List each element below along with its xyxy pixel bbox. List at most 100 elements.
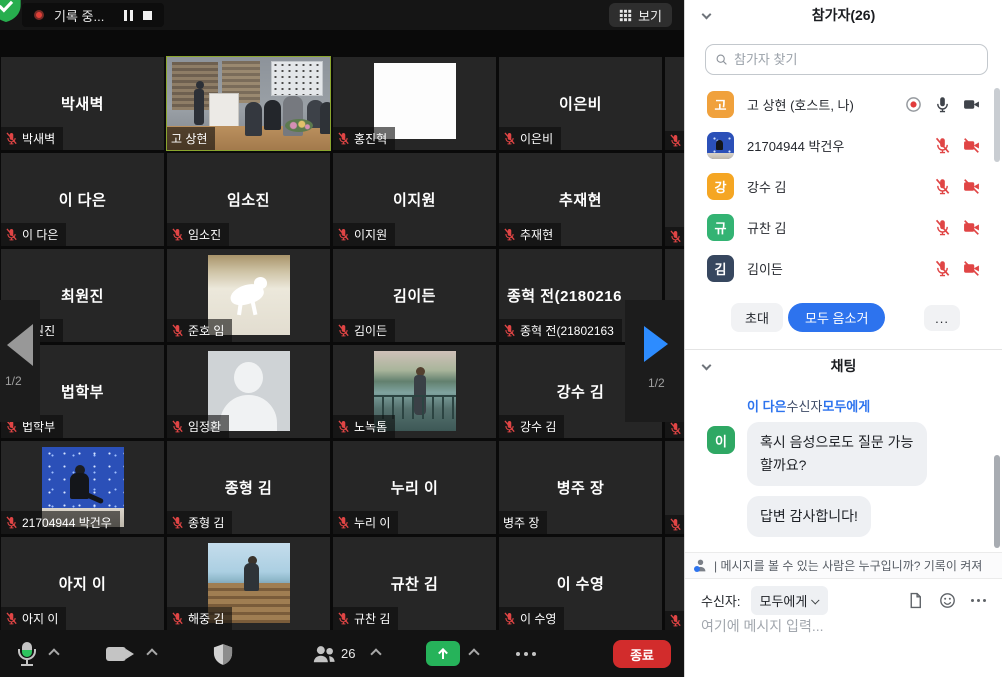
participants-more-button[interactable]: ... <box>924 305 960 331</box>
page-indicator: 1/2 <box>5 374 22 388</box>
view-button[interactable]: 보기 <box>609 3 672 27</box>
video-tile[interactable]: 21704944 박건우 <box>1 441 164 534</box>
mic-muted-icon <box>934 178 951 195</box>
attach-file-button[interactable] <box>907 592 924 609</box>
mic-on-icon <box>934 96 951 113</box>
video-tile[interactable]: 노녹톰 <box>333 345 496 438</box>
camera-icon <box>106 644 136 664</box>
camera-off-icon <box>963 178 980 195</box>
video-tile[interactable]: 누리 이 누리 이 <box>333 441 496 534</box>
next-page-overlay: 1/2 <box>625 300 684 422</box>
more-button[interactable] <box>516 630 536 677</box>
invite-button[interactable]: 초대 <box>731 303 783 332</box>
participant-count: 26 <box>341 646 355 661</box>
participant-row[interactable]: 김 김이든 <box>685 248 1002 289</box>
video-tile[interactable]: 종형 김 종형 김 <box>167 441 330 534</box>
avatar: 강 <box>707 173 734 200</box>
prev-page-overlay: 1/2 <box>0 300 40 422</box>
panel-divider <box>685 349 1002 350</box>
recipient-selector[interactable]: 모두에게 <box>751 586 829 615</box>
audio-options-chevron[interactable] <box>50 630 58 677</box>
tile-name-label: 홍진혁 <box>333 127 395 150</box>
collapse-chat-chevron[interactable] <box>702 361 712 371</box>
share-screen-button[interactable] <box>426 630 460 677</box>
chat-sender[interactable]: 이 다은 <box>747 399 787 414</box>
video-tile[interactable]: 병주 장 병주 장 <box>499 441 662 534</box>
mic-muted-icon <box>337 612 350 625</box>
emoji-button[interactable] <box>939 592 956 609</box>
avatar: 규 <box>707 214 734 241</box>
grid-view-icon <box>619 9 632 22</box>
tile-name-label: 강수 김 <box>499 415 564 438</box>
chat-to-label: 수신자 <box>787 399 823 414</box>
participants-options-chevron[interactable] <box>372 630 380 677</box>
mic-muted-icon <box>171 516 184 529</box>
next-page-arrow[interactable] <box>644 326 668 362</box>
tile-name-label: 임소진 <box>167 223 229 246</box>
video-tile[interactable]: 이 다은 이 다은 <box>1 153 164 246</box>
search-input[interactable] <box>734 52 978 67</box>
security-button[interactable] <box>212 630 234 677</box>
video-tile[interactable]: 해중 김 <box>167 537 330 630</box>
video-tile[interactable]: 홍진혁 <box>333 57 496 150</box>
mic-muted-icon <box>934 137 951 154</box>
participant-row[interactable]: 고 고 상현 (호스트, 나) <box>685 84 1002 125</box>
mic-muted-icon <box>5 612 18 625</box>
video-tile[interactable]: 김이든 김이든 <box>333 249 496 342</box>
stop-recording-button[interactable] <box>143 6 152 24</box>
participant-row[interactable]: 규 규찬 김 <box>685 207 1002 248</box>
video-tile[interactable]: 아지 이 아지 이 <box>1 537 164 630</box>
share-options-chevron[interactable] <box>470 630 478 677</box>
participants-scrollbar[interactable] <box>994 88 1000 162</box>
mute-button[interactable] <box>14 630 40 677</box>
participant-row[interactable]: 강 강수 김 <box>685 166 1002 207</box>
video-grid: 박새벽 박새벽 고 상현 홍진혁 이은비 이은비 <box>1 57 684 630</box>
mic-muted-icon <box>5 132 18 145</box>
tile-name-label: 이 다은 <box>1 223 66 246</box>
pause-icon <box>124 10 133 21</box>
video-tile[interactable]: 준호 임 <box>167 249 330 342</box>
encryption-shield-icon[interactable] <box>0 0 21 21</box>
end-meeting-button[interactable]: 종료 <box>613 640 671 668</box>
video-tile[interactable]: 박새벽 박새벽 <box>1 57 164 150</box>
collapse-participants-chevron[interactable] <box>702 10 712 20</box>
participant-row[interactable]: 21704944 박건우 <box>685 125 1002 166</box>
video-tile[interactable]: 추재현 추재현 <box>499 153 662 246</box>
video-tile[interactable]: 이지원 이지원 <box>333 153 496 246</box>
chat-scrollbar[interactable] <box>994 455 1000 548</box>
video-tile[interactable]: 이 수영 이 수영 <box>499 537 662 630</box>
recording-label: 기록 중... <box>54 6 104 25</box>
video-tile[interactable]: 규찬 김 규찬 김 <box>333 537 496 630</box>
chat-more-button[interactable] <box>971 599 986 602</box>
chat-message: 답변 감사합니다! <box>747 496 871 537</box>
video-tile-partial[interactable] <box>665 537 684 630</box>
video-tile-active-speaker[interactable]: 고 상현 <box>167 57 330 150</box>
mic-muted-icon <box>5 228 18 241</box>
video-tile[interactable]: 임정환 <box>167 345 330 438</box>
avatar: 김 <box>707 255 734 282</box>
video-tile[interactable]: 임소진 임소진 <box>167 153 330 246</box>
video-tile-partial[interactable] <box>665 57 684 150</box>
mic-muted-icon <box>934 260 951 277</box>
prev-page-arrow[interactable] <box>7 324 33 366</box>
mute-all-button[interactable]: 모두 음소거 <box>788 303 885 332</box>
video-tile-partial[interactable] <box>665 153 684 246</box>
video-tile[interactable]: 이은비 이은비 <box>499 57 662 150</box>
mic-muted-icon <box>934 219 951 236</box>
pause-recording-button[interactable] <box>124 6 133 24</box>
tile-name-label: 추재현 <box>499 223 561 246</box>
mic-muted-icon <box>337 420 350 433</box>
meeting-top-bar: 기록 중... 보기 <box>0 0 684 30</box>
participant-name: 고 상현 (호스트, 나) <box>747 95 892 114</box>
video-button[interactable] <box>106 630 136 677</box>
participant-name: 강수 김 <box>747 177 921 196</box>
video-tile-partial[interactable] <box>665 441 684 534</box>
chat-recipient[interactable]: 모두에게 <box>822 399 870 414</box>
chat-message-input[interactable] <box>701 618 987 634</box>
mic-muted-icon <box>5 516 18 529</box>
tile-name-label: 병주 장 <box>499 511 547 534</box>
video-options-chevron[interactable] <box>148 630 156 677</box>
side-panel: 참가자(26) 고 고 상현 (호스트, 나) 21704944 박건우 강 <box>684 0 1002 677</box>
participants-button[interactable]: 26 <box>312 630 355 677</box>
zoom-meeting-window: 기록 중... 보기 박새벽 박새벽 <box>0 0 1002 677</box>
